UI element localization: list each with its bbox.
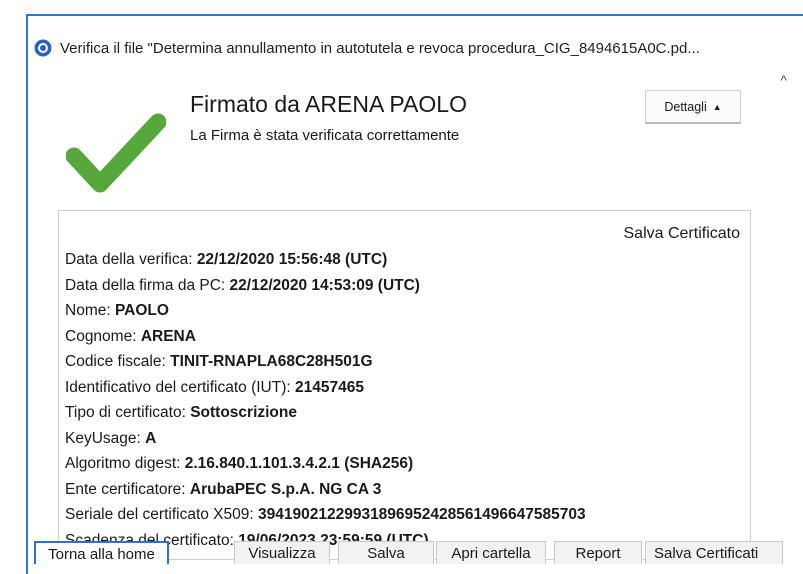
view-button[interactable]: Visualizza [234, 541, 330, 564]
checkmark-icon [65, 108, 167, 208]
certificate-details-panel: Salva Certificato Data della verifica: 2… [58, 210, 751, 560]
window-title: Verifica il file "Determina annullamento… [60, 39, 700, 57]
info-row: Identificativo del certificato (IUT): 21… [65, 378, 364, 396]
save-button[interactable]: Salva [338, 541, 434, 564]
scroll-up-button[interactable]: ^ [780, 72, 787, 88]
info-row: Data della firma da PC: 22/12/2020 14:53… [65, 276, 420, 294]
verification-window: Verifica il file "Determina annullamento… [26, 14, 803, 574]
signed-by-title: Firmato da ARENA PAOLO [190, 91, 467, 117]
details-toggle-button[interactable]: Dettagli ▲ [645, 90, 741, 124]
details-label: Dettagli [664, 99, 707, 114]
info-row: Nome: PAOLO [65, 302, 169, 319]
info-row: Data della verifica: 22/12/2020 15:56:48… [65, 251, 388, 268]
save-certificates-button[interactable]: Salva Certificati [645, 541, 783, 564]
info-row: KeyUsage: A [65, 429, 157, 447]
certificate-info-list: Data della verifica: 22/12/2020 15:56:48… [65, 247, 586, 553]
save-certificate-link[interactable]: Salva Certificato [624, 225, 741, 243]
info-row: Codice fiscale: TINIT-RNAPLA68C28H501G [65, 353, 373, 370]
app-logo-icon [34, 39, 52, 57]
info-row: Cognome: ARENA [65, 327, 196, 345]
info-row: Ente certificatore: ArubaPEC S.p.A. NG C… [65, 480, 382, 498]
info-row: Algoritmo digest: 2.16.840.1.101.3.4.2.1… [65, 455, 414, 472]
report-button[interactable]: Report [554, 541, 642, 564]
info-row: Tipo di certificato: Sottoscrizione [65, 404, 297, 421]
info-row: Seriale del certificato X509: 3941902122… [65, 506, 586, 523]
home-button[interactable]: Torna alla home [34, 541, 169, 564]
window-titlebar: Verifica il file "Determina annullamento… [34, 36, 774, 60]
triangle-up-icon: ▲ [712, 101, 722, 112]
verification-status: La Firma è stata verificata correttament… [190, 127, 460, 144]
open-folder-button[interactable]: Apri cartella [436, 541, 546, 564]
